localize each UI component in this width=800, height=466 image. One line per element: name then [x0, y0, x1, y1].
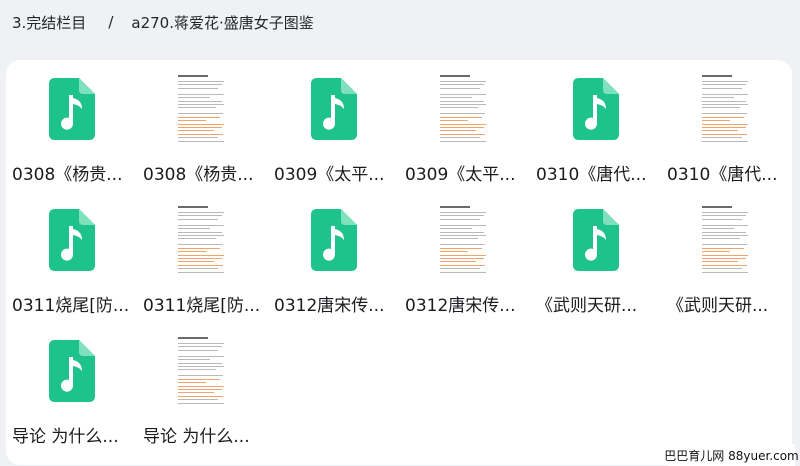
breadcrumb-separator: /: [108, 13, 114, 31]
document-thumbnail: [701, 204, 752, 274]
document-file-item[interactable]: 导论 为什么...: [137, 322, 268, 453]
file-thumbnail: [6, 335, 137, 407]
file-thumbnail: [399, 73, 530, 145]
file-name: 《武则天研...: [667, 296, 769, 316]
document-thumbnail: [177, 73, 228, 143]
file-name: 0310《唐代...: [536, 165, 647, 185]
file-grid-panel: 0308《杨贵... 0308《杨贵... 0309《太平... 0309《太平...…: [6, 60, 799, 466]
music-file-icon: [48, 340, 95, 402]
document-thumbnail: [439, 73, 490, 143]
document-file-item[interactable]: 0308《杨贵...: [137, 60, 268, 191]
file-thumbnail: [6, 73, 137, 145]
file-name: 0312唐宋传...: [405, 296, 516, 316]
file-thumbnail: [6, 204, 137, 276]
file-thumbnail: [530, 204, 661, 276]
document-file-item[interactable]: 0311烧尾[防...: [137, 191, 268, 322]
file-name: 0308《杨贵...: [12, 165, 123, 185]
file-thumbnail: [268, 204, 399, 276]
file-thumbnail: [530, 73, 661, 145]
file-name: 0311烧尾[防...: [143, 296, 261, 316]
file-thumbnail: [268, 73, 399, 145]
document-thumbnail: [177, 204, 228, 274]
file-name: 0308《杨贵...: [143, 165, 254, 185]
music-file-icon: [310, 209, 357, 271]
file-thumbnail: [661, 204, 792, 276]
music-file-icon: [48, 78, 95, 140]
file-thumbnail: [137, 335, 268, 407]
audio-file-item[interactable]: 导论 为什么...: [6, 322, 137, 453]
document-file-item[interactable]: 0312唐宋传...: [399, 191, 530, 322]
audio-file-item[interactable]: 0311烧尾[防...: [6, 191, 137, 322]
document-thumbnail: [177, 335, 228, 405]
audio-file-item[interactable]: 《武则天研...: [530, 191, 661, 322]
audio-file-item[interactable]: 0308《杨贵...: [6, 60, 137, 191]
document-file-item[interactable]: 《武则天研...: [661, 191, 792, 322]
music-file-icon: [572, 78, 619, 140]
audio-file-item[interactable]: 0309《太平...: [268, 60, 399, 191]
breadcrumb-parent-link[interactable]: 3.完结栏目: [12, 12, 86, 33]
file-name: 0312唐宋传...: [274, 296, 385, 316]
music-file-icon: [310, 78, 357, 140]
document-thumbnail: [439, 204, 490, 274]
file-thumbnail: [661, 73, 792, 145]
file-thumbnail: [137, 204, 268, 276]
file-grid: 0308《杨贵... 0308《杨贵... 0309《太平... 0309《太平...…: [6, 60, 792, 465]
file-name: 0309《太平...: [274, 165, 385, 185]
file-name: 0310《唐代...: [667, 165, 778, 185]
breadcrumb: 3.完结栏目 / a270.蒋爱花·盛唐女子图鉴: [12, 10, 314, 34]
file-name: 0311烧尾[防...: [12, 296, 130, 316]
file-thumbnail: [399, 204, 530, 276]
music-file-icon: [572, 209, 619, 271]
document-file-item[interactable]: 0309《太平...: [399, 60, 530, 191]
audio-file-item[interactable]: 0312唐宋传...: [268, 191, 399, 322]
file-name: 导论 为什么...: [12, 427, 119, 447]
document-file-item[interactable]: 0310《唐代...: [661, 60, 792, 191]
file-name: 《武则天研...: [536, 296, 638, 316]
music-file-icon: [48, 209, 95, 271]
breadcrumb-current: a270.蒋爱花·盛唐女子图鉴: [131, 13, 314, 32]
file-name: 导论 为什么...: [143, 427, 250, 447]
document-thumbnail: [701, 73, 752, 143]
watermark: 巴巴育儿网 88yuer.com: [664, 444, 799, 466]
audio-file-item[interactable]: 0310《唐代...: [530, 60, 661, 191]
file-name: 0309《太平...: [405, 165, 516, 185]
file-thumbnail: [137, 73, 268, 145]
